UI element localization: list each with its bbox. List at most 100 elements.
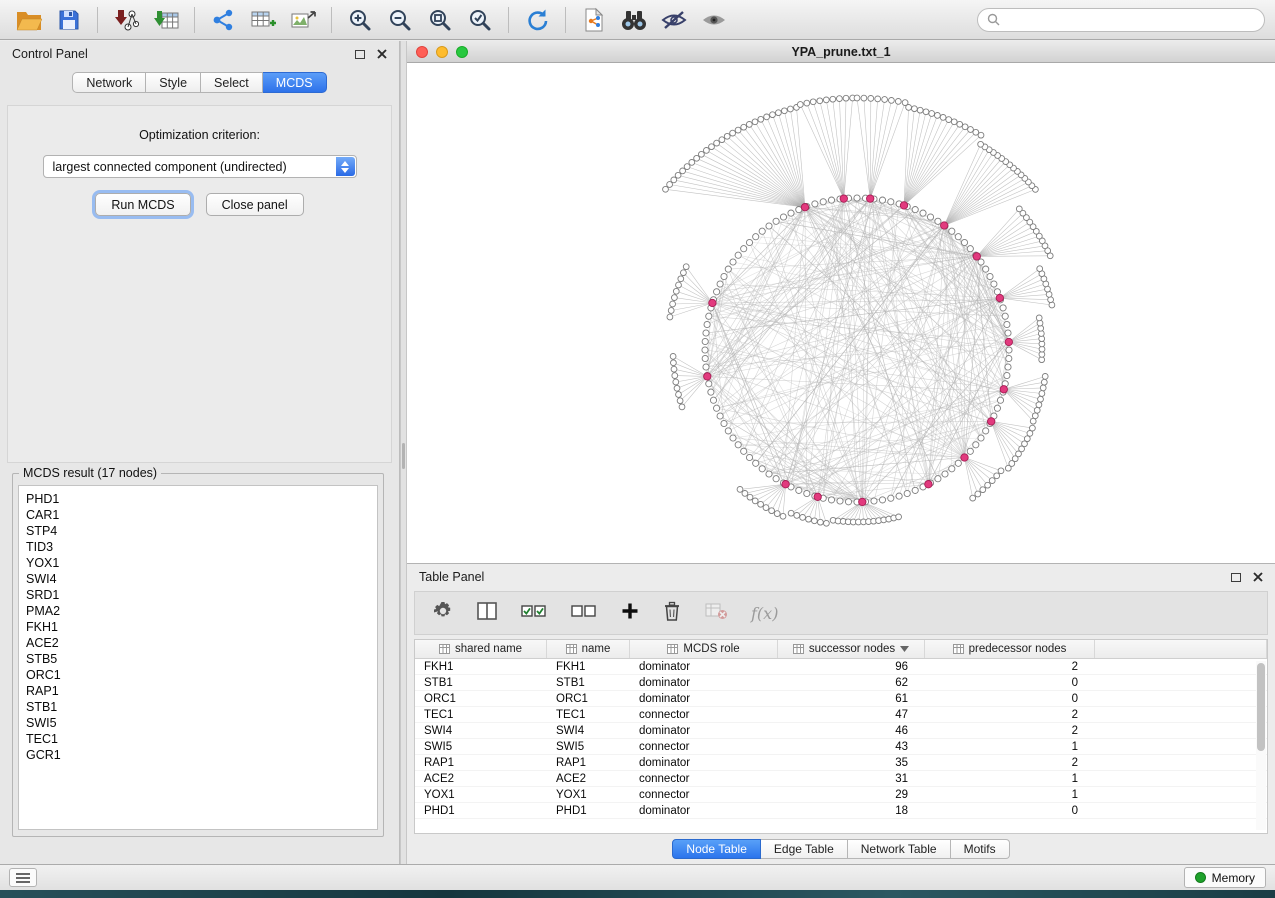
scrollbar-thumb[interactable] [1257, 663, 1265, 751]
table-row[interactable]: STB1STB1dominator620 [415, 675, 1267, 691]
run-mcds-button[interactable]: Run MCDS [95, 193, 190, 216]
table-row[interactable]: YOX1YOX1connector291 [415, 787, 1267, 803]
mcds-result-item[interactable]: RAP1 [26, 683, 377, 699]
control-tab-select[interactable]: Select [201, 72, 263, 93]
float-panel-icon[interactable] [355, 50, 365, 59]
cell-successor-nodes[interactable]: 29 [778, 787, 925, 802]
zoom-selected-icon[interactable] [461, 4, 499, 36]
close-panel-icon[interactable] [377, 49, 387, 59]
delete-row-trash-icon[interactable] [663, 601, 681, 626]
minimize-window-icon[interactable] [436, 46, 448, 58]
cell-successor-nodes[interactable]: 18 [778, 803, 925, 818]
mcds-result-item[interactable]: CAR1 [26, 507, 377, 523]
control-tab-style[interactable]: Style [146, 72, 201, 93]
new-network-icon[interactable] [204, 4, 242, 36]
mcds-result-item[interactable]: YOX1 [26, 555, 377, 571]
table-row[interactable]: FKH1FKH1dominator962 [415, 659, 1267, 675]
column-header-predecessor-nodes[interactable]: predecessor nodes [925, 640, 1095, 658]
cell-mcds-role[interactable]: dominator [630, 723, 778, 738]
cell-shared-name[interactable]: ORC1 [415, 691, 547, 706]
save-icon[interactable] [50, 4, 88, 36]
table-row[interactable]: SWI5SWI5connector431 [415, 739, 1267, 755]
cell-successor-nodes[interactable]: 43 [778, 739, 925, 754]
mcds-result-item[interactable]: PMA2 [26, 603, 377, 619]
column-header-MCDS-role[interactable]: MCDS role [630, 640, 778, 658]
mcds-result-item[interactable]: FKH1 [26, 619, 377, 635]
cell-name[interactable]: RAP1 [547, 755, 630, 770]
cell-successor-nodes[interactable]: 96 [778, 659, 925, 674]
cell-predecessor-nodes[interactable]: 0 [925, 803, 1095, 818]
table-tab-network-table[interactable]: Network Table [848, 839, 951, 859]
cell-successor-nodes[interactable]: 46 [778, 723, 925, 738]
cell-shared-name[interactable]: PHD1 [415, 803, 547, 818]
share-document-icon[interactable] [575, 4, 613, 36]
table-tab-node-table[interactable]: Node Table [672, 839, 761, 859]
cell-shared-name[interactable]: TEC1 [415, 707, 547, 722]
cell-predecessor-nodes[interactable]: 1 [925, 771, 1095, 786]
table-row[interactable]: RAP1RAP1dominator352 [415, 755, 1267, 771]
column-header-name[interactable]: name [547, 640, 630, 658]
cell-mcds-role[interactable]: dominator [630, 675, 778, 690]
style-preview-icon[interactable] [655, 4, 693, 36]
cell-name[interactable]: YOX1 [547, 787, 630, 802]
table-row[interactable]: ACE2ACE2connector311 [415, 771, 1267, 787]
table-settings-gear-icon[interactable] [433, 601, 453, 626]
cell-successor-nodes[interactable]: 61 [778, 691, 925, 706]
zoom-fit-icon[interactable] [421, 4, 459, 36]
cell-name[interactable]: SWI5 [547, 739, 630, 754]
import-table-icon[interactable] [147, 4, 185, 36]
zoom-in-icon[interactable] [341, 4, 379, 36]
close-panel-icon[interactable] [1253, 572, 1263, 582]
mcds-result-item[interactable]: SWI4 [26, 571, 377, 587]
mcds-result-item[interactable]: STB5 [26, 651, 377, 667]
import-network-icon[interactable] [107, 4, 145, 36]
cell-name[interactable]: SWI4 [547, 723, 630, 738]
cell-name[interactable]: STB1 [547, 675, 630, 690]
panel-splitter[interactable] [400, 41, 407, 864]
cell-predecessor-nodes[interactable]: 2 [925, 659, 1095, 674]
cell-name[interactable]: FKH1 [547, 659, 630, 674]
cell-mcds-role[interactable]: connector [630, 739, 778, 754]
cell-successor-nodes[interactable]: 31 [778, 771, 925, 786]
criterion-dropdown[interactable]: largest connected component (undirected) [43, 155, 357, 178]
cell-predecessor-nodes[interactable]: 2 [925, 755, 1095, 770]
table-row[interactable]: SWI4SWI4dominator462 [415, 723, 1267, 739]
maximize-window-icon[interactable] [456, 46, 468, 58]
control-tab-network[interactable]: Network [72, 72, 146, 93]
cell-predecessor-nodes[interactable]: 1 [925, 787, 1095, 802]
cell-mcds-role[interactable]: connector [630, 707, 778, 722]
table-row[interactable]: ORC1ORC1dominator610 [415, 691, 1267, 707]
mcds-result-item[interactable]: TEC1 [26, 731, 377, 747]
mcds-result-item[interactable]: GCR1 [26, 747, 377, 763]
network-graph[interactable] [407, 63, 1275, 563]
cell-mcds-role[interactable]: dominator [630, 659, 778, 674]
cell-name[interactable]: TEC1 [547, 707, 630, 722]
cell-shared-name[interactable]: STB1 [415, 675, 547, 690]
mcds-result-item[interactable]: ACE2 [26, 635, 377, 651]
table-row[interactable]: PHD1PHD1dominator180 [415, 803, 1267, 819]
mcds-result-item[interactable]: STB1 [26, 699, 377, 715]
column-header-successor-nodes[interactable]: successor nodes [778, 640, 925, 658]
mcds-result-item[interactable]: SRD1 [26, 587, 377, 603]
cell-successor-nodes[interactable]: 62 [778, 675, 925, 690]
cell-mcds-role[interactable]: dominator [630, 691, 778, 706]
search-box[interactable] [977, 8, 1265, 32]
add-row-icon[interactable] [621, 602, 639, 625]
table-tab-motifs[interactable]: Motifs [951, 839, 1010, 859]
close-panel-button[interactable]: Close panel [206, 193, 304, 216]
cell-shared-name[interactable]: YOX1 [415, 787, 547, 802]
refresh-icon[interactable] [518, 4, 556, 36]
cell-successor-nodes[interactable]: 47 [778, 707, 925, 722]
network-canvas[interactable] [407, 63, 1275, 563]
mcds-result-list[interactable]: PHD1CAR1STP4TID3YOX1SWI4SRD1PMA2FKH1ACE2… [18, 485, 378, 830]
cell-predecessor-nodes[interactable]: 0 [925, 675, 1095, 690]
status-menu-button[interactable] [9, 868, 37, 887]
zoom-out-icon[interactable] [381, 4, 419, 36]
cell-shared-name[interactable]: SWI5 [415, 739, 547, 754]
cell-shared-name[interactable]: ACE2 [415, 771, 547, 786]
mcds-result-item[interactable]: SWI5 [26, 715, 377, 731]
control-tab-mcds[interactable]: MCDS [263, 72, 327, 93]
cell-name[interactable]: ACE2 [547, 771, 630, 786]
cell-predecessor-nodes[interactable]: 2 [925, 723, 1095, 738]
cell-shared-name[interactable]: RAP1 [415, 755, 547, 770]
